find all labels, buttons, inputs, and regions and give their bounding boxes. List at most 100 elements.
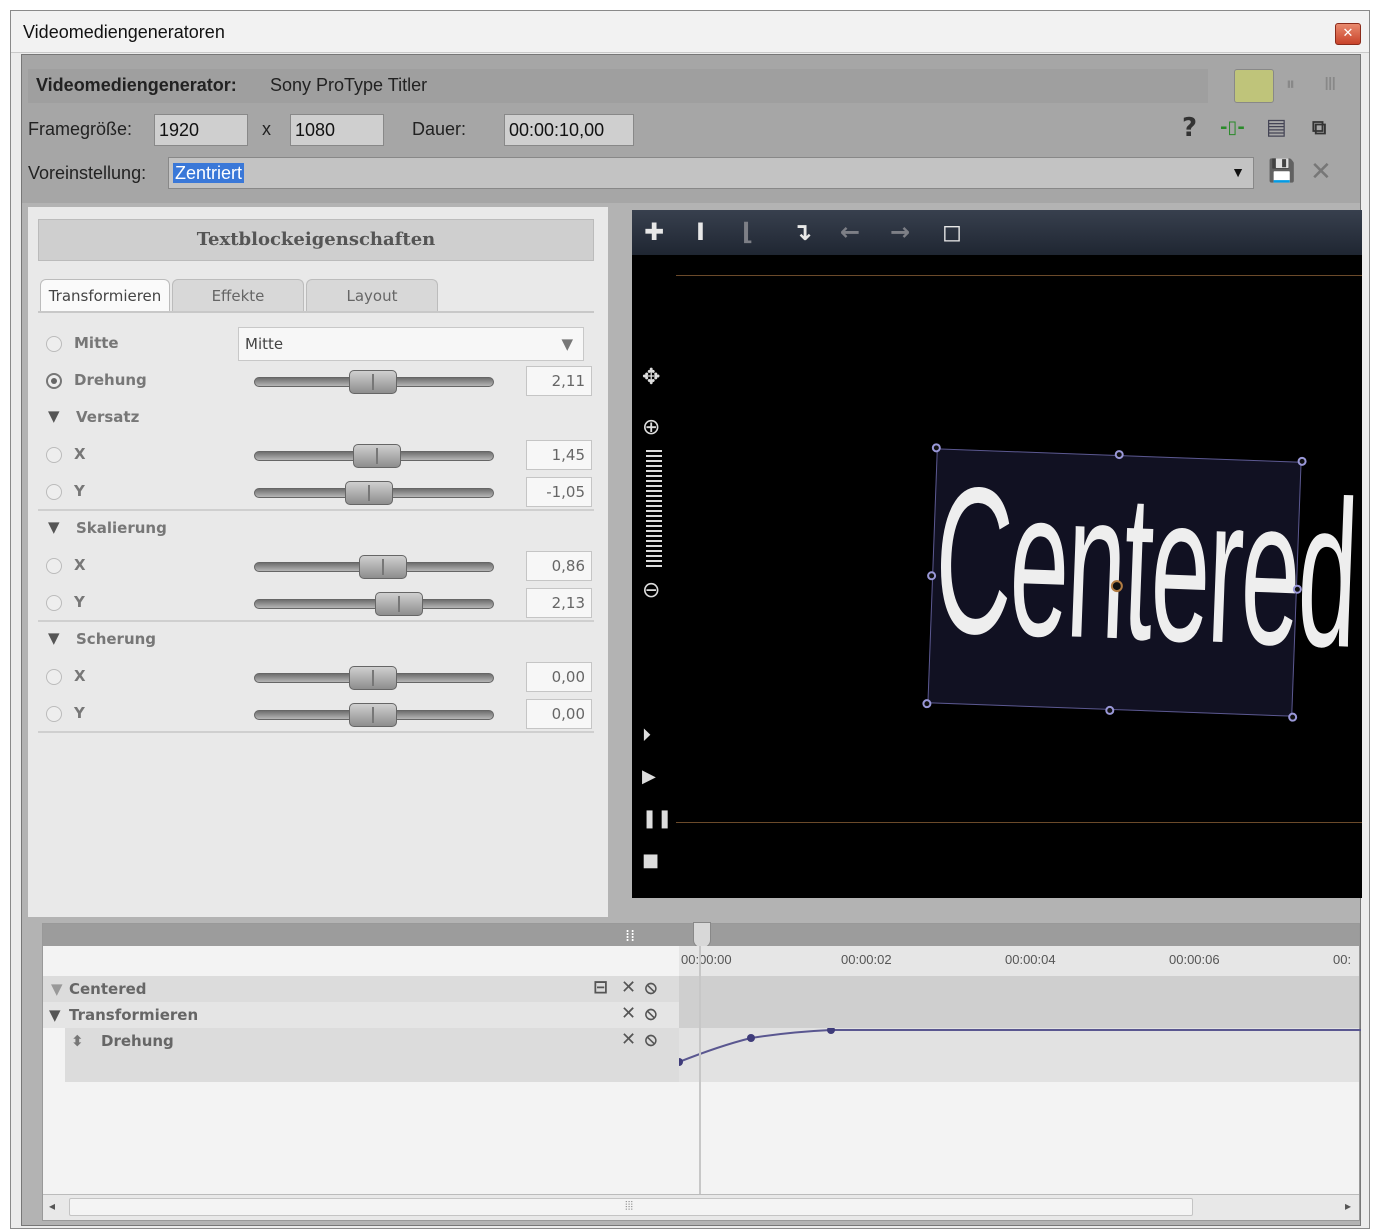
scherung-y-value[interactable]: 0,00	[526, 699, 592, 729]
divider	[38, 731, 594, 733]
zoom-out-icon[interactable]: ⊖	[642, 578, 660, 603]
scherung-x-value[interactable]: 0,00	[526, 662, 592, 692]
slider-thumb[interactable]	[359, 555, 407, 579]
window-icon[interactable]: ⊟	[593, 977, 608, 998]
delete-preset-icon[interactable]: ✕	[1310, 157, 1332, 187]
frame-width-field[interactable]: 1920	[154, 114, 248, 146]
move-icon[interactable]: ✥	[642, 365, 660, 390]
export-icon[interactable]: ⧉	[1312, 115, 1326, 139]
play-icon[interactable]: ▶	[642, 766, 656, 787]
versatz-x-value[interactable]: 1,45	[526, 440, 592, 470]
keyframe-toggle-icon[interactable]	[46, 669, 62, 685]
slider-thumb[interactable]	[375, 592, 423, 616]
keyframe-toggle-icon[interactable]	[46, 706, 62, 722]
skalierung-x-label: X	[74, 556, 86, 574]
collapse-arrow-icon[interactable]: ▼	[48, 407, 60, 425]
scroll-left-icon[interactable]: ◂	[49, 1199, 55, 1213]
add-textblock-icon[interactable]: ✚	[644, 218, 664, 246]
layout-double-button[interactable]: ⏸	[1274, 69, 1314, 103]
slider-thumb[interactable]	[353, 444, 401, 468]
keyframe-toggle-icon[interactable]	[46, 484, 62, 500]
keyframe-toggle-icon[interactable]	[46, 447, 62, 463]
duration-field[interactable]: 00:00:10,00	[504, 114, 634, 146]
sync-cursor-icon[interactable]: -▯-	[1220, 117, 1245, 138]
step-play-icon[interactable]: ⏵	[642, 725, 651, 746]
section-versatz[interactable]: ▼ Versatz	[38, 401, 594, 435]
zoom-slider[interactable]	[646, 450, 662, 570]
scherung-x-slider[interactable]	[254, 666, 494, 690]
drehung-value[interactable]: 2,11	[526, 366, 592, 396]
keyframe-toggle-icon[interactable]	[46, 373, 62, 389]
disable-icon[interactable]: ⦸	[645, 1029, 657, 1050]
scherung-y-slider[interactable]	[254, 703, 494, 727]
disable-icon[interactable]: ⦸	[645, 977, 657, 998]
collapse-arrow-icon[interactable]: ▼	[49, 1006, 61, 1024]
resize-handle[interactable]	[1105, 705, 1115, 716]
skalierung-x-value[interactable]: 0,86	[526, 551, 592, 581]
pause-icon[interactable]: ❚❚	[642, 808, 672, 829]
text-cursor-icon[interactable]: I	[696, 218, 705, 246]
layout-single-button[interactable]	[1234, 69, 1274, 103]
keyframe-toggle-icon[interactable]	[46, 336, 62, 352]
track-centered[interactable]: ▼ Centered ⊟ ✕ ⦸	[43, 976, 679, 1002]
playhead-handle[interactable]	[693, 922, 711, 948]
layout-triple-button[interactable]: Ⅲ	[1316, 69, 1356, 103]
close-icon[interactable]: ✕	[621, 1029, 636, 1050]
collapse-arrow-icon[interactable]: ▼	[48, 518, 60, 536]
frame-icon[interactable]: ◻	[942, 218, 962, 246]
collapse-arrow-icon[interactable]: ▼	[51, 980, 63, 998]
disable-icon[interactable]: ⦸	[645, 1003, 657, 1024]
versatz-y-value[interactable]: -1,05	[526, 477, 592, 507]
horizontal-scrollbar[interactable]: ◂ ⦙⦙⦙ ▸	[43, 1194, 1359, 1220]
scherung-y-label: Y	[74, 704, 85, 722]
section-skalierung[interactable]: ▼ Skalierung	[38, 512, 594, 546]
slider-thumb[interactable]	[349, 703, 397, 727]
close-button[interactable]: ✕	[1335, 23, 1361, 45]
chevron-down-icon[interactable]: ▼	[1231, 164, 1245, 180]
arrow-left-icon[interactable]: ←	[840, 218, 860, 246]
keyframe-curve[interactable]	[679, 1028, 1361, 1082]
tab-effekte[interactable]: Effekte	[172, 279, 304, 313]
versatz-x-slider[interactable]	[254, 444, 494, 468]
track-drehung[interactable]: ⬍ Drehung ✕ ⦸	[65, 1028, 679, 1082]
collapse-arrow-icon[interactable]: ▼	[48, 629, 60, 647]
align-bottom-left-icon[interactable]: ⌊	[742, 218, 753, 246]
preview-canvas[interactable]: ✚ I ⌊ ↴ ← → ◻ ✥ ⊕ ⊖ ⏵ ▶ ❚❚ ■ Centered	[632, 210, 1362, 898]
return-arrow-icon[interactable]: ↴	[792, 218, 812, 246]
text-block[interactable]: Centered	[922, 443, 1360, 722]
resize-handle[interactable]	[1288, 712, 1298, 722]
zoom-in-icon[interactable]: ⊕	[642, 415, 660, 440]
scroll-right-icon[interactable]: ▸	[1345, 1199, 1351, 1213]
chevron-down-icon[interactable]: ▼	[561, 335, 573, 353]
skalierung-x-slider[interactable]	[254, 555, 494, 579]
tab-transformieren[interactable]: Transformieren	[40, 279, 170, 313]
tab-layout[interactable]: Layout	[306, 279, 438, 313]
skalierung-y-slider[interactable]	[254, 592, 494, 616]
save-preset-icon[interactable]: 💾	[1268, 159, 1295, 184]
duration-label: Dauer:	[412, 119, 467, 139]
track-transformieren[interactable]: ▼ Transformieren ✕ ⦸	[43, 1002, 679, 1028]
close-icon[interactable]: ✕	[621, 977, 636, 998]
skalierung-y-value[interactable]: 2,13	[526, 588, 592, 618]
arrow-right-icon[interactable]: →	[890, 218, 910, 246]
help-icon[interactable]: ?	[1182, 113, 1197, 143]
resize-handle[interactable]	[922, 699, 932, 709]
skalierung-y-label: Y	[74, 593, 85, 611]
keyframe-toggle-icon[interactable]	[46, 558, 62, 574]
section-scherung[interactable]: ▼ Scherung	[38, 623, 594, 657]
mitte-dropdown-value: Mitte	[245, 335, 284, 353]
preset-dropdown[interactable]: Zentriert ▼	[168, 157, 1254, 189]
updown-icon[interactable]: ⬍	[71, 1032, 84, 1050]
grip-icon[interactable]: ⁞⁞	[625, 926, 635, 945]
drehung-slider[interactable]	[254, 370, 494, 394]
mitte-dropdown[interactable]: Mitte ▼	[238, 327, 584, 361]
keyframe-toggle-icon[interactable]	[46, 595, 62, 611]
stop-icon[interactable]: ■	[642, 850, 659, 871]
slider-thumb[interactable]	[345, 481, 393, 505]
frame-height-field[interactable]: 1080	[290, 114, 384, 146]
slider-thumb[interactable]	[349, 666, 397, 690]
save-frame-icon[interactable]: ▤	[1266, 115, 1287, 140]
versatz-y-slider[interactable]	[254, 481, 494, 505]
slider-thumb[interactable]	[349, 370, 397, 394]
close-icon[interactable]: ✕	[621, 1003, 636, 1024]
